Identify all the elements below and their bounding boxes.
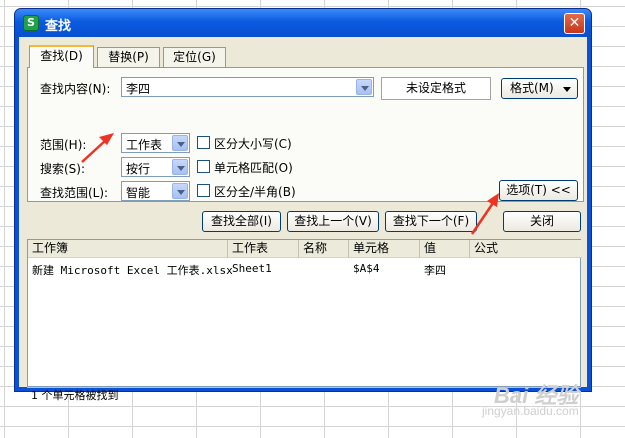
search-order-value: 按行 xyxy=(126,162,151,176)
tab-find[interactable]: 查找(D) xyxy=(29,45,94,68)
look-in-label: 查找范围(L): xyxy=(40,186,109,200)
scope-select[interactable]: 工作表 xyxy=(121,133,190,153)
chevron-down-icon[interactable] xyxy=(356,79,372,95)
column-header-sheet[interactable]: 工作表 xyxy=(228,240,299,258)
match-case-checkbox[interactable] xyxy=(197,136,210,149)
dialog-title: 查找 xyxy=(45,19,72,34)
format-button-label: 格式(M) xyxy=(510,81,554,95)
search-order-select[interactable]: 按行 xyxy=(121,157,190,177)
column-header-value[interactable]: 值 xyxy=(420,240,470,258)
title-bar[interactable]: S 查找 ✕ xyxy=(15,9,591,37)
wps-app-icon: S xyxy=(23,15,39,31)
look-in-value: 智能 xyxy=(126,186,151,200)
scope-value: 工作表 xyxy=(126,138,163,152)
dropdown-triangle-icon xyxy=(563,87,571,92)
column-header-workbook[interactable]: 工作簿 xyxy=(28,240,228,258)
result-value: 李四 xyxy=(424,264,446,277)
scope-label: 范围(H): xyxy=(40,138,87,152)
match-cell-checkbox[interactable] xyxy=(197,160,210,173)
close-button[interactable]: 关闭 xyxy=(503,211,581,232)
find-dialog: S 查找 ✕ 查找(D) 替换(P) 定位(G) 查找内容(N): 李四 未设定… xyxy=(14,8,592,402)
find-tab-panel: 查找内容(N): 李四 未设定格式 格式(M) 范围(H): 工作表 区分大小写… xyxy=(27,67,584,202)
find-what-combo[interactable]: 李四 xyxy=(121,77,374,97)
dialog-body: 查找(D) 替换(P) 定位(G) 查找内容(N): 李四 未设定格式 格式(M… xyxy=(19,37,587,402)
find-all-button[interactable]: 查找全部(I) xyxy=(202,211,281,232)
match-width-label[interactable]: 区分全/半角(B) xyxy=(214,183,296,200)
column-header-cell[interactable]: 单元格 xyxy=(349,240,420,258)
options-button[interactable]: 选项(T) << xyxy=(499,180,578,201)
match-width-checkbox[interactable] xyxy=(197,184,210,197)
match-cell-label[interactable]: 单元格匹配(O) xyxy=(214,159,293,176)
result-workbook: 新建 Microsoft Excel 工作表.xlsx xyxy=(32,264,233,277)
format-button[interactable]: 格式(M) xyxy=(501,78,578,99)
tab-replace[interactable]: 替换(P) xyxy=(97,47,160,67)
column-header-name[interactable]: 名称 xyxy=(299,240,349,258)
results-list[interactable]: 工作簿 工作表 名称 单元格 值 公式 新建 Microsoft Excel 工… xyxy=(27,239,582,387)
result-cell: $A$4 xyxy=(353,262,380,275)
find-next-button[interactable]: 查找下一个(F) xyxy=(385,211,477,232)
column-header-formula[interactable]: 公式 xyxy=(470,240,582,258)
find-what-label: 查找内容(N): xyxy=(40,82,111,96)
tab-goto[interactable]: 定位(G) xyxy=(163,47,226,67)
chevron-down-icon[interactable] xyxy=(172,159,188,175)
find-previous-button[interactable]: 查找上一个(V) xyxy=(287,211,379,232)
watermark-url: jingyan.baidu.com xyxy=(482,404,579,418)
result-sheet: Sheet1 xyxy=(232,262,272,275)
chevron-down-icon[interactable] xyxy=(172,183,188,199)
status-text: 1 个单元格被找到 xyxy=(31,389,119,402)
baidu-watermark: Bai 经验 jingyan.baidu.com xyxy=(478,378,598,422)
close-window-button[interactable]: ✕ xyxy=(564,13,585,34)
format-status-box: 未设定格式 xyxy=(381,77,491,100)
match-case-label[interactable]: 区分大小写(C) xyxy=(214,135,292,152)
chevron-down-icon[interactable] xyxy=(172,135,188,151)
search-order-label: 搜索(S): xyxy=(40,162,86,176)
find-what-value: 李四 xyxy=(126,82,151,96)
look-in-select[interactable]: 智能 xyxy=(121,181,190,201)
